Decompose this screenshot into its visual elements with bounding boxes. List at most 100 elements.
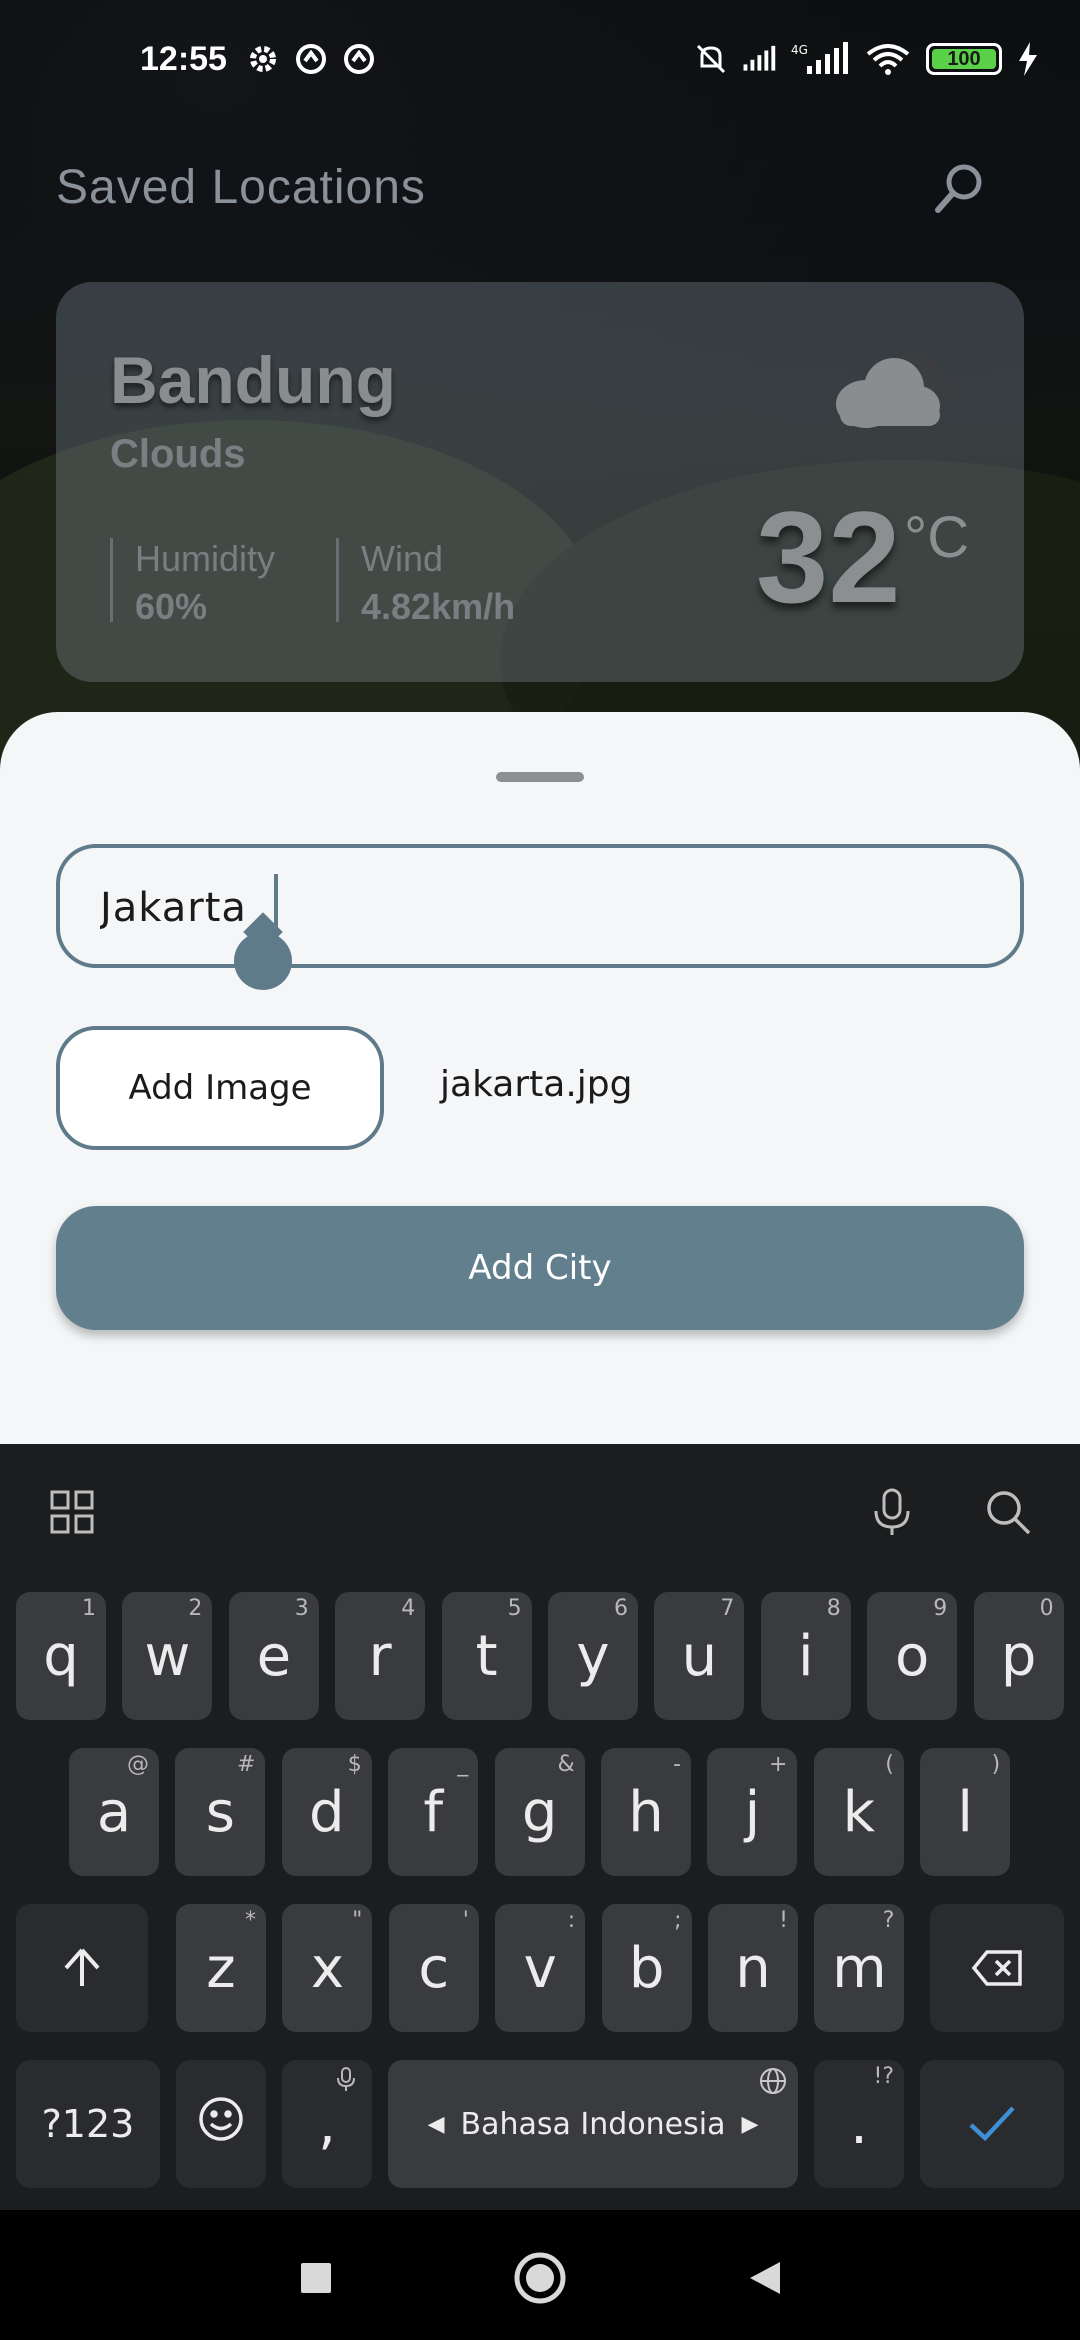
key-n[interactable]: n! bbox=[708, 1904, 798, 2032]
sync-icon bbox=[294, 42, 328, 76]
humidity-label: Humidity bbox=[135, 538, 276, 579]
key-hint: ( bbox=[885, 1752, 894, 1777]
key-hint: 7 bbox=[720, 1596, 735, 1621]
key-b[interactable]: b; bbox=[601, 1904, 692, 2032]
key-h[interactable]: h- bbox=[601, 1748, 691, 1876]
period-key[interactable]: . !? bbox=[814, 2060, 904, 2188]
key-hint: & bbox=[557, 1752, 575, 1777]
key-j[interactable]: j + bbox=[707, 1748, 798, 1876]
key-label: c bbox=[418, 1935, 450, 2001]
home-circle-icon[interactable] bbox=[512, 2250, 568, 2306]
comma-label: , bbox=[318, 2091, 336, 2157]
key-label: n bbox=[735, 1935, 771, 2001]
key-g[interactable]: g & bbox=[494, 1748, 585, 1876]
period-label: . bbox=[850, 2091, 868, 2157]
key-a[interactable]: a @ bbox=[69, 1748, 159, 1876]
comma-key[interactable]: , bbox=[282, 2060, 372, 2188]
key-hint: " bbox=[352, 1908, 363, 1933]
key-label: u bbox=[681, 1623, 718, 1689]
key-e[interactable]: e3 bbox=[228, 1592, 319, 1720]
key-o[interactable]: o9 bbox=[867, 1592, 958, 1720]
signal-icon bbox=[742, 42, 776, 76]
key-i[interactable]: i8 bbox=[760, 1592, 851, 1720]
apps-grid-icon[interactable] bbox=[44, 1484, 100, 1540]
key-label: h bbox=[628, 1779, 664, 1845]
key-x[interactable]: x " bbox=[282, 1904, 373, 2032]
key-label: t bbox=[475, 1623, 498, 1689]
key-label: d bbox=[309, 1779, 345, 1845]
key-r[interactable]: r4 bbox=[335, 1592, 426, 1720]
key-hint: ) bbox=[991, 1752, 1001, 1777]
key-hint: @ bbox=[127, 1752, 149, 1777]
key-label: a bbox=[96, 1779, 132, 1845]
key-label: q bbox=[43, 1623, 79, 1689]
emoji-key[interactable] bbox=[176, 2060, 266, 2188]
key-v[interactable]: v: bbox=[495, 1904, 586, 2032]
key-m[interactable]: m? bbox=[814, 1904, 905, 2032]
key-hint: 1 bbox=[82, 1596, 96, 1621]
weather-condition: Clouds bbox=[110, 432, 246, 476]
charging-icon bbox=[1016, 42, 1040, 76]
key-f[interactable]: f _ bbox=[388, 1748, 479, 1876]
back-triangle-icon[interactable] bbox=[736, 2250, 792, 2306]
key-hint: _ bbox=[457, 1752, 469, 1777]
add-image-button[interactable]: Add Image bbox=[56, 1026, 384, 1150]
drag-handle[interactable] bbox=[496, 772, 584, 782]
key-hint: ? bbox=[882, 1908, 895, 1933]
battery-icon: 100 bbox=[926, 43, 1002, 75]
key-label: b bbox=[628, 1935, 665, 2001]
weather-card[interactable]: Bandung Clouds Humidity 60% Wind 4.82km/… bbox=[56, 282, 1024, 682]
key-label: j bbox=[744, 1779, 761, 1845]
microphone-icon[interactable] bbox=[864, 1484, 920, 1540]
key-hint: + bbox=[768, 1752, 788, 1777]
city-input-field[interactable] bbox=[56, 844, 1024, 968]
backspace-key[interactable] bbox=[930, 1904, 1064, 2032]
keyboard-search-icon[interactable] bbox=[980, 1484, 1036, 1540]
key-c[interactable]: c ' bbox=[388, 1904, 479, 2032]
add-city-button[interactable]: Add City bbox=[56, 1206, 1024, 1330]
emoji-icon bbox=[197, 2092, 245, 2157]
period-hint: !? bbox=[873, 2064, 895, 2089]
shift-key[interactable] bbox=[16, 1904, 148, 2032]
mic-hint-icon bbox=[336, 2066, 356, 2098]
key-k[interactable]: k( bbox=[813, 1748, 904, 1876]
key-hint: 9 bbox=[933, 1596, 948, 1621]
key-hint: 5 bbox=[507, 1596, 522, 1621]
key-z[interactable]: z * bbox=[176, 1904, 266, 2032]
search-button[interactable] bbox=[930, 158, 990, 218]
humidity-value: 60% bbox=[135, 586, 208, 627]
key-t[interactable]: t5 bbox=[441, 1592, 532, 1720]
key-label: m bbox=[832, 1935, 887, 2001]
key-p[interactable]: p0 bbox=[973, 1592, 1064, 1720]
space-key[interactable]: ◀ Bahasa Indonesia ▶ bbox=[388, 2060, 798, 2188]
key-label: s bbox=[205, 1779, 235, 1845]
done-key[interactable] bbox=[920, 2060, 1064, 2188]
temperature: 32 bbox=[756, 484, 901, 630]
status-time: 12:55 bbox=[140, 40, 227, 78]
cursor-handle[interactable] bbox=[234, 932, 292, 990]
key-hint: 8 bbox=[826, 1596, 841, 1621]
square-icon[interactable] bbox=[288, 2250, 344, 2306]
checkmark-icon bbox=[967, 2092, 1017, 2157]
symbols-key[interactable]: ?123 bbox=[16, 2060, 160, 2188]
key-l[interactable]: l) bbox=[920, 1748, 1011, 1876]
key-label: r bbox=[368, 1623, 392, 1689]
key-w[interactable]: w2 bbox=[122, 1592, 213, 1720]
key-label: o bbox=[895, 1623, 930, 1689]
keyboard-toolbar bbox=[0, 1444, 1080, 1574]
city-input[interactable] bbox=[100, 878, 960, 938]
key-y[interactable]: y6 bbox=[548, 1592, 638, 1720]
key-s[interactable]: s # bbox=[175, 1748, 266, 1876]
navigation-bar bbox=[0, 2210, 1080, 2340]
key-hint: ; bbox=[674, 1908, 682, 1933]
key-u[interactable]: u7 bbox=[654, 1592, 745, 1720]
key-d[interactable]: d $ bbox=[281, 1748, 372, 1876]
wind-stat: Wind 4.82km/h bbox=[336, 538, 515, 627]
temperature-unit: °C bbox=[904, 505, 970, 570]
key-label: k bbox=[842, 1779, 876, 1845]
key-hint: ! bbox=[779, 1908, 788, 1933]
key-hint: $ bbox=[347, 1752, 362, 1777]
key-label: w bbox=[144, 1623, 191, 1689]
search-icon bbox=[930, 164, 990, 222]
key-q[interactable]: q1 bbox=[16, 1592, 106, 1720]
